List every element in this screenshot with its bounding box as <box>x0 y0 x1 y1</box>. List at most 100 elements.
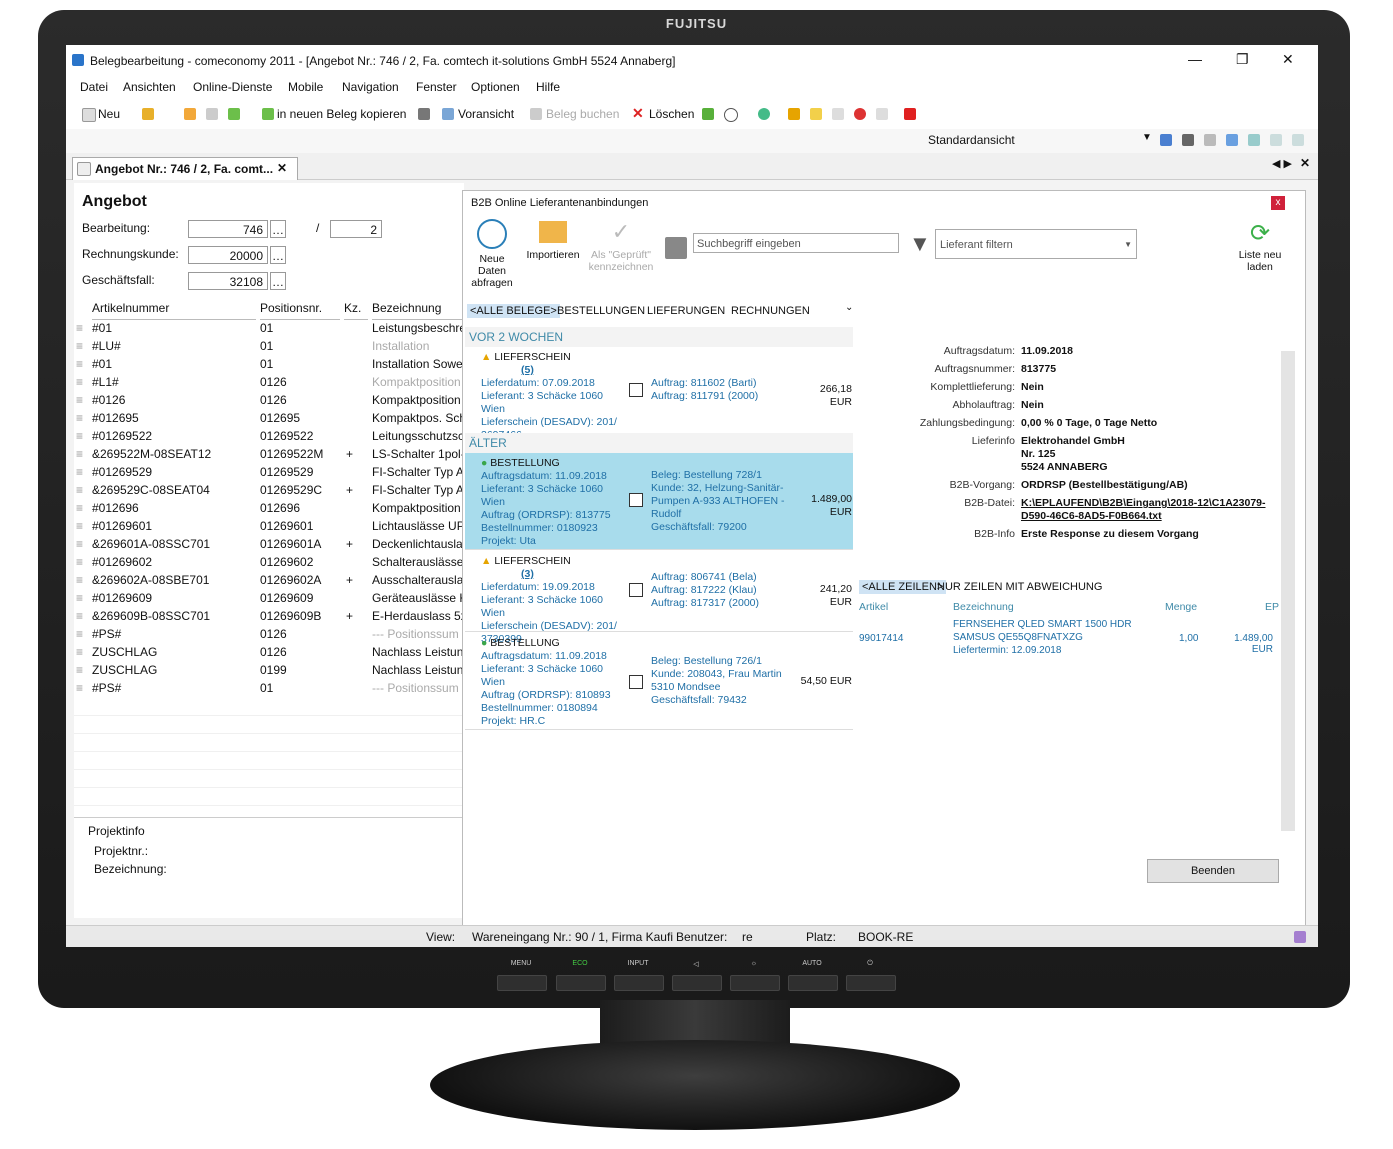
card-count[interactable]: (5) <box>521 364 534 376</box>
table-row[interactable]: 99017414 FERNSEHER QLED SMART 1500 HDR S… <box>857 619 1277 659</box>
table-row[interactable]: ≡ #01269529 01269529 FI-Schalter Typ A <box>74 463 464 481</box>
table-row[interactable]: ≡ #01 01 Leistungsbeschre <box>74 319 464 337</box>
maximize-button[interactable]: ❐ <box>1236 51 1249 68</box>
close-button[interactable]: ✕ <box>1282 51 1294 68</box>
table-row[interactable]: ≡ #L1# 0126 Kompaktposition <box>74 373 464 391</box>
preview-icon[interactable] <box>442 108 454 120</box>
fetch-data-button[interactable]: Neue Daten abfragen <box>465 219 519 289</box>
table-row[interactable]: ≡ #0126 0126 Kompaktposition <box>74 391 464 409</box>
geschaeftsfall-link[interactable]: Geschäftsfall: 79432 <box>651 694 791 707</box>
back-icon[interactable] <box>206 108 218 120</box>
table-row[interactable]: ≡ #PS# 01 --- Positionssum <box>74 679 464 697</box>
tab-bestellungen[interactable]: BESTELLUNGEN <box>557 305 645 317</box>
lookup-button[interactable]: … <box>270 220 286 238</box>
order-link[interactable]: Auftrag: 817317 (2000) <box>651 597 791 610</box>
tab-deviation-lines[interactable]: NUR ZEILEN MIT ABWEICHUNG <box>937 581 1102 593</box>
b2b-file-link[interactable]: D590-46C6-8AD5-F0B664.txt <box>1021 510 1271 522</box>
list-item[interactable]: ● BESTELLUNG Auftragsdatum: 11.09.2018 L… <box>465 633 853 730</box>
lookup-button[interactable]: … <box>270 272 286 290</box>
monitor-button[interactable] <box>846 975 896 991</box>
table-row[interactable]: ≡ #LU# 01 Installation <box>74 337 464 355</box>
book-button[interactable]: Beleg buchen <box>546 107 619 121</box>
new-icon[interactable] <box>82 108 96 122</box>
checkbox[interactable] <box>629 493 643 507</box>
menu-online-dienste[interactable]: Online-Dienste <box>193 80 272 94</box>
beleg-link[interactable]: Beleg: Bestellung 726/1 <box>651 655 791 668</box>
card-count[interactable]: (3) <box>521 568 534 580</box>
delete-icon[interactable]: ✕ <box>632 105 644 122</box>
monitor-button[interactable] <box>497 975 547 991</box>
table-row[interactable]: ≡ #012695 012695 Kompaktpos. Sch <box>74 409 464 427</box>
customer-link[interactable]: Kunde: 208043, Frau Martin 5310 Mondsee <box>651 668 791 694</box>
menu-optionen[interactable]: Optionen <box>471 80 520 94</box>
checkbox[interactable] <box>629 583 643 597</box>
grid-icon[interactable] <box>1270 134 1282 146</box>
close-all-icon[interactable]: ✕ <box>1300 156 1310 170</box>
table-row[interactable]: ≡ &269522M-08SEAT12 01269522M + LS-Schalter … <box>74 445 464 463</box>
menu-ansichten[interactable]: Ansichten <box>123 80 176 94</box>
list-item[interactable]: ▲ LIEFERSCHEIN (5) Lieferdatum: 07.09.20… <box>465 347 853 441</box>
table-row[interactable]: ≡ ZUSCHLAG 0199 Nachlass Leistun <box>74 661 464 679</box>
close-tab-icon[interactable]: ✕ <box>277 161 287 175</box>
table-row[interactable]: ≡ #PS# 0126 --- Positionssum <box>74 625 464 643</box>
tab-projektinfo[interactable]: Projektinfo <box>88 824 145 838</box>
menu-navigation[interactable]: Navigation <box>342 80 399 94</box>
monitor-button[interactable] <box>672 975 722 991</box>
new-button[interactable]: Neu <box>98 107 120 121</box>
menu-hilfe[interactable]: Hilfe <box>536 80 560 94</box>
notification-icon[interactable] <box>1294 931 1306 943</box>
dialog-close-button[interactable]: x <box>1271 196 1285 210</box>
tab-all-lines[interactable]: <ALLE ZEILEN> <box>859 580 947 594</box>
list-item[interactable]: ▲ LIEFERSCHEIN (3) Lieferdatum: 19.09.20… <box>465 551 853 645</box>
order-link[interactable]: Auftrag: 806741 (Bela) <box>651 571 791 584</box>
tab-rechnungen[interactable]: RECHNUNGEN <box>731 305 810 317</box>
supplier-filter-select[interactable]: Lieferant filtern ▼ <box>935 229 1137 259</box>
preview-button[interactable]: Voransicht <box>458 107 514 121</box>
chevron-down-icon[interactable]: ⌄ <box>845 302 853 313</box>
page-icon[interactable] <box>184 108 196 120</box>
monitor-button[interactable] <box>788 975 838 991</box>
flag-icon[interactable] <box>702 108 714 120</box>
table-row[interactable]: ≡ &269602A-08SBE701 01269602A + Ausschaltera… <box>74 571 464 589</box>
order-link[interactable]: Auftrag: 811791 (2000) <box>651 390 791 403</box>
tab-angebot[interactable]: Angebot Nr.: 746 / 2, Fa. comt... ✕ <box>72 157 298 180</box>
monitor-button[interactable] <box>556 975 606 991</box>
vertical-scrollbar[interactable] <box>1281 351 1295 831</box>
lookup-button[interactable]: … <box>270 246 286 264</box>
geschaeftsfall-link[interactable]: Geschäftsfall: 79200 <box>651 521 791 534</box>
bearbeitung-field[interactable]: 746 <box>188 220 268 238</box>
order-link[interactable]: Auftrag: 817222 (Klau) <box>651 584 791 597</box>
checkbox[interactable] <box>629 675 643 689</box>
table-row[interactable]: ≡ #012696 012696 Kompaktposition <box>74 499 464 517</box>
beenden-button[interactable]: Beenden <box>1147 859 1279 883</box>
people-icon[interactable] <box>1160 134 1172 146</box>
view-select[interactable]: Standardansicht <box>928 133 1015 147</box>
bulb-icon[interactable] <box>788 108 800 120</box>
table-row[interactable]: ≡ #01269601 01269601 Lichtauslässe UP <box>74 517 464 535</box>
forward-icon[interactable] <box>228 108 240 120</box>
tab-lieferungen[interactable]: LIEFERUNGEN <box>647 305 725 317</box>
delete-button[interactable]: Löschen <box>649 107 694 121</box>
power-icon[interactable] <box>904 108 916 120</box>
rechnungskunde-field[interactable]: 20000 <box>188 246 268 264</box>
copy-to-new-button[interactable]: in neuen Beleg kopieren <box>277 107 406 121</box>
customer-link[interactable]: Kunde: 32, Helzung-Sanitär-Pumpen A-933 … <box>651 482 791 521</box>
list-icon[interactable] <box>876 108 888 120</box>
copy-icon[interactable] <box>262 108 274 120</box>
minimize-button[interactable]: — <box>1188 51 1202 67</box>
monitor-button[interactable] <box>730 975 780 991</box>
table-row[interactable]: ≡ #01269602 01269602 Schalterauslässe <box>74 553 464 571</box>
b2b-file-link[interactable]: K:\EPLAUFEND\B2B\Eingang\2018-12\C1A2307… <box>1021 497 1271 509</box>
geschaeftsfall-field[interactable]: 32108 <box>188 272 268 290</box>
columns-icon[interactable] <box>1248 134 1260 146</box>
column-kz[interactable]: Kz. <box>344 301 368 320</box>
order-link[interactable]: Auftrag: 811602 (Barti) <box>651 377 791 390</box>
layout-icon[interactable] <box>1292 134 1304 146</box>
table-row[interactable]: ≡ ZUSCHLAG 0126 Nachlass Leistun <box>74 643 464 661</box>
table-row[interactable]: ≡ #01269609 01269609 Geräteauslässe K <box>74 589 464 607</box>
globe-icon[interactable] <box>758 108 770 120</box>
beleg-link[interactable]: Beleg: Bestellung 728/1 <box>651 469 791 482</box>
menu-mobile[interactable]: Mobile <box>288 80 323 94</box>
printer-icon[interactable] <box>418 108 430 120</box>
column-artikelnummer[interactable]: Artikelnummer <box>92 301 256 320</box>
